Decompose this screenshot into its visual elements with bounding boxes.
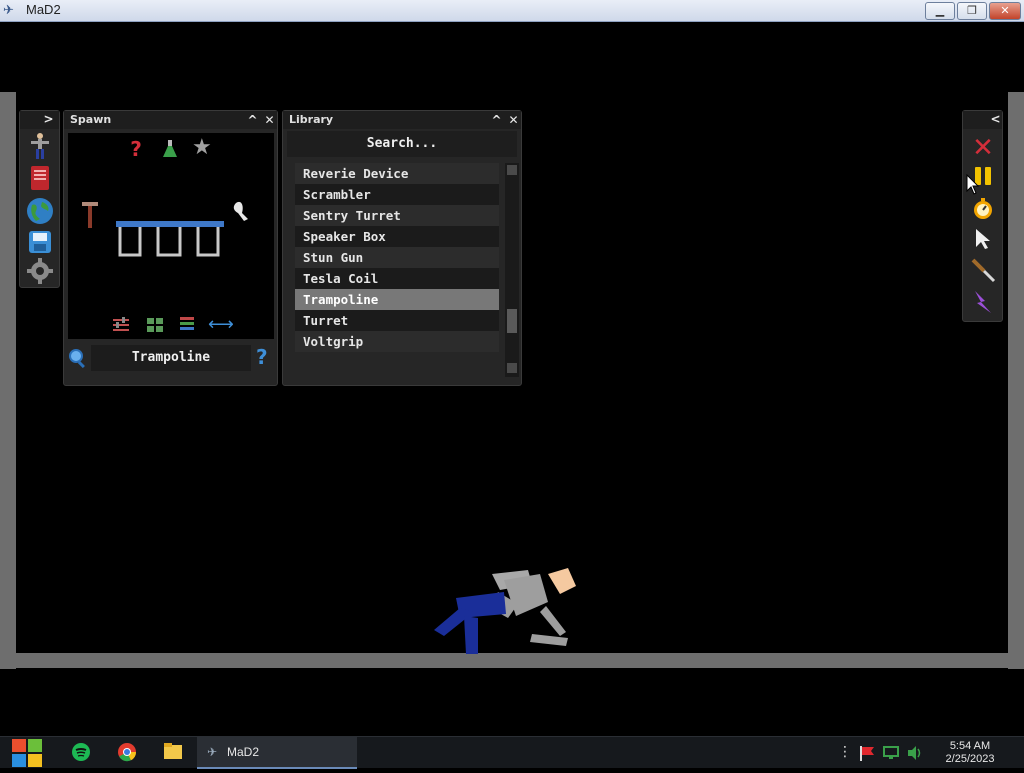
cursor-icon[interactable] [968, 227, 998, 257]
save-icon[interactable] [25, 229, 55, 259]
stopwatch-icon[interactable] [968, 197, 998, 227]
list-item[interactable]: Voltgrip [295, 331, 499, 352]
mad2-app-icon: ✈ [207, 745, 218, 759]
left-toolbar: > [19, 110, 60, 288]
restore-button[interactable]: ❐ [957, 2, 987, 20]
ragdoll-icon[interactable] [25, 131, 55, 161]
library-panel-title: Library [289, 113, 334, 126]
list-item[interactable]: Stun Gun [295, 247, 499, 268]
settings-gear-icon[interactable] [25, 257, 55, 287]
spawn-collapse-button[interactable]: ^ [245, 113, 260, 128]
library-list: Reverie Device Scrambler Sentry Turret S… [295, 163, 499, 373]
taskbar-app-label: MaD2 [227, 745, 260, 759]
flask-icon[interactable] [162, 139, 178, 163]
library-scrollbar[interactable] [505, 163, 519, 377]
right-toolbar-header: < [963, 111, 1002, 129]
list-item[interactable]: Reverie Device [295, 163, 499, 184]
ragdoll-character[interactable] [420, 562, 600, 654]
close-window-button[interactable]: ✕ [989, 2, 1021, 20]
layers-icon[interactable] [178, 316, 196, 338]
window-title: MaD2 [26, 2, 61, 17]
left-toolbar-header: > [20, 111, 59, 129]
library-close-button[interactable]: ✕ [506, 113, 521, 128]
scroll-up-arrow[interactable] [507, 165, 517, 175]
right-toolbar: < ✕ [962, 110, 1003, 322]
lightning-icon[interactable] [968, 289, 998, 319]
game-viewport[interactable]: > Spawn ^ ✕ ? ★ ⟷ Trampoline ? Library ^… [0, 22, 1024, 736]
horizontal-arrows-icon[interactable]: ⟷ [208, 316, 234, 334]
trampoline-preview [116, 221, 224, 257]
collapse-toolbar-button[interactable]: < [988, 112, 1003, 127]
app-icon: ✈ [3, 3, 14, 18]
volume-icon[interactable] [906, 745, 924, 765]
library-panel: Library ^ ✕ Search... Reverie Device Scr… [282, 110, 522, 386]
library-collapse-button[interactable]: ^ [489, 113, 504, 128]
window-title-bar: ✈ MaD2 ▁ ❐ ✕ [0, 0, 1024, 22]
list-item[interactable]: Scrambler [295, 184, 499, 205]
clock-date: 2/25/2023 [945, 753, 995, 765]
red-book-icon[interactable] [25, 165, 55, 195]
ghost-figure-icon [233, 201, 248, 221]
list-item[interactable]: Turret [295, 310, 499, 331]
spawn-panel-title: Spawn [70, 113, 112, 126]
question-icon[interactable]: ? [128, 137, 144, 161]
start-button[interactable] [10, 737, 44, 769]
library-panel-header: Library [283, 111, 521, 129]
expand-toolbar-button[interactable]: > [41, 112, 56, 127]
scrollbar-thumb[interactable] [507, 309, 517, 333]
red-flag-icon[interactable] [858, 745, 876, 765]
spotify-icon[interactable] [70, 742, 92, 764]
spawn-close-button[interactable]: ✕ [262, 113, 277, 128]
sliders-icon[interactable] [112, 317, 130, 337]
list-item[interactable]: Sentry Turret [295, 205, 499, 226]
taskbar-app-mad2[interactable]: ✈ MaD2 [197, 737, 357, 769]
clock-time: 5:54 AM [949, 740, 991, 752]
search-magnifier-icon [68, 348, 88, 373]
stool-icon [82, 202, 98, 228]
globe-icon[interactable] [25, 197, 55, 227]
taskbar: ✈ MaD2 ⋮ 5:54 AM 2/25/2023 [0, 736, 1024, 769]
grid-icon[interactable] [146, 317, 164, 337]
spawn-panel: Spawn ^ ✕ ? ★ ⟷ Trampoline ? [63, 110, 278, 386]
overflow-dots-icon[interactable]: ⋮ [838, 743, 852, 761]
floor [0, 653, 1024, 668]
minimize-button[interactable]: ▁ [925, 2, 955, 20]
library-search-input[interactable]: Search... [287, 131, 517, 157]
list-item-selected[interactable]: Trampoline [295, 289, 499, 310]
network-icon[interactable] [882, 745, 900, 765]
star-icon[interactable]: ★ [192, 135, 212, 160]
scroll-down-arrow[interactable] [507, 363, 517, 373]
system-clock[interactable]: 5:54 AM 2/25/2023 [936, 740, 1004, 766]
chrome-icon[interactable] [116, 742, 138, 764]
help-icon[interactable]: ? [256, 345, 268, 369]
left-wall [0, 92, 16, 669]
mouse-cursor [966, 174, 980, 195]
spawn-preview[interactable]: ? ★ ⟷ [68, 133, 274, 339]
selected-item-name: Trampoline [91, 345, 251, 371]
knife-icon[interactable] [968, 257, 998, 287]
file-explorer-icon[interactable] [162, 742, 184, 764]
list-item[interactable]: Tesla Coil [295, 268, 499, 289]
list-item[interactable]: Speaker Box [295, 226, 499, 247]
right-wall [1008, 92, 1024, 669]
delete-x-icon[interactable]: ✕ [968, 133, 998, 163]
